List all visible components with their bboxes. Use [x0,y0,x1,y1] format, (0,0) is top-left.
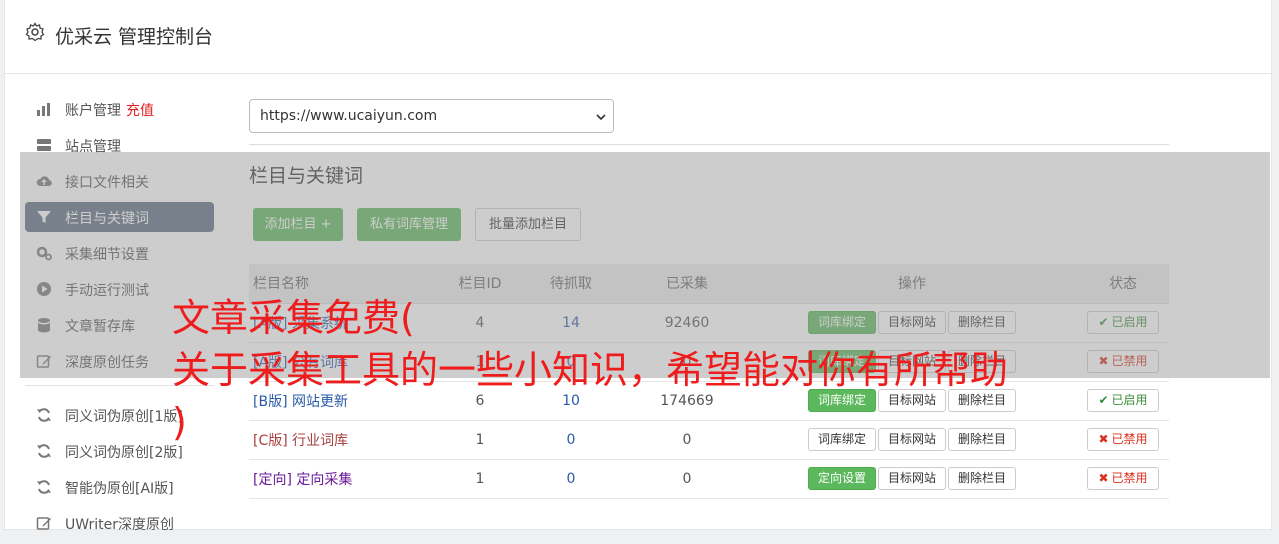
status-label: 已禁用 [1111,471,1148,485]
column-name-link[interactable]: 定向采集 [296,472,352,488]
site-select-value: https://www.ucaiyun.com [260,108,438,124]
status-toggle[interactable]: ✖ 已禁用 [1087,467,1159,490]
sidebar-item-label: 同义词伪原创[2版] [65,442,183,462]
sidebar-item-label: 账户管理 充值 [65,100,154,120]
collected-count: 0 [627,459,747,499]
sidebar-item-text: UWriter深度原创 [65,517,174,533]
delete-column-button[interactable]: 删除栏目 [948,467,1017,490]
divider [249,144,1169,145]
sidebar-item-text: 智能伪原创[AI版] [65,481,174,497]
column-name-cell[interactable]: [定向] 定向采集 [249,459,445,499]
edit-icon [36,517,51,530]
sidebar-item-text: 账户管理 [65,103,121,119]
table-row: [定向] 定向采集 1 0 0 定向设置 目标网站 删除栏目 ✖ 已禁用 [249,459,1169,499]
watermark-line: 关于采集工具的一些小知识，希望能对你有所帮助 [172,348,1009,392]
sidebar-item-b-2[interactable]: 智能伪原创[AI版] [25,472,214,502]
sidebar-item-b-3[interactable]: UWriter深度原创 [25,508,214,538]
pending-count[interactable]: 0 [567,471,576,487]
version-tag: [定向] [253,471,292,488]
sidebar-item-a-0[interactable]: 账户管理 充值 [25,94,214,124]
sidebar-item-label: UWriter深度原创 [65,514,174,534]
column-id: 1 [445,459,515,499]
recharge-link[interactable]: 充值 [126,103,154,119]
chevron-down-icon [596,114,606,121]
page-title: 优采云 管理控制台 [55,26,214,48]
target-site-button[interactable]: 目标网站 [877,467,946,490]
bind-lib-button[interactable]: 定向设置 [807,467,876,490]
sidebar-item-label: 智能伪原创[AI版] [65,478,174,498]
server-icon [37,139,51,151]
watermark-text: 文章采集免费( 关于采集工具的一些小知识，希望能对你有所帮助 ) [172,292,1172,448]
refresh-icon [37,444,51,458]
refresh-icon [37,408,51,422]
sidebar-item-label: 同义词伪原创[1版] [65,406,183,426]
header: 优采云 管理控制台 [5,0,1271,74]
watermark-line: ) [172,400,187,444]
console-frame: 优采云 管理控制台 账户管理 充值 站点管理 接口文件相关 栏目与关键词 采集细节设置 手动… [4,0,1272,533]
site-select[interactable]: https://www.ucaiyun.com [249,99,614,133]
watermark-line: 文章采集免费( [172,296,415,340]
sidebar-item-text: 同义词伪原创[2版] [65,445,183,461]
close-icon: ✖ [1098,471,1109,485]
bar-chart-icon [37,103,50,116]
refresh-icon [37,480,51,494]
sidebar-item-text: 同义词伪原创[1版] [65,409,183,425]
gear-icon [25,22,45,42]
